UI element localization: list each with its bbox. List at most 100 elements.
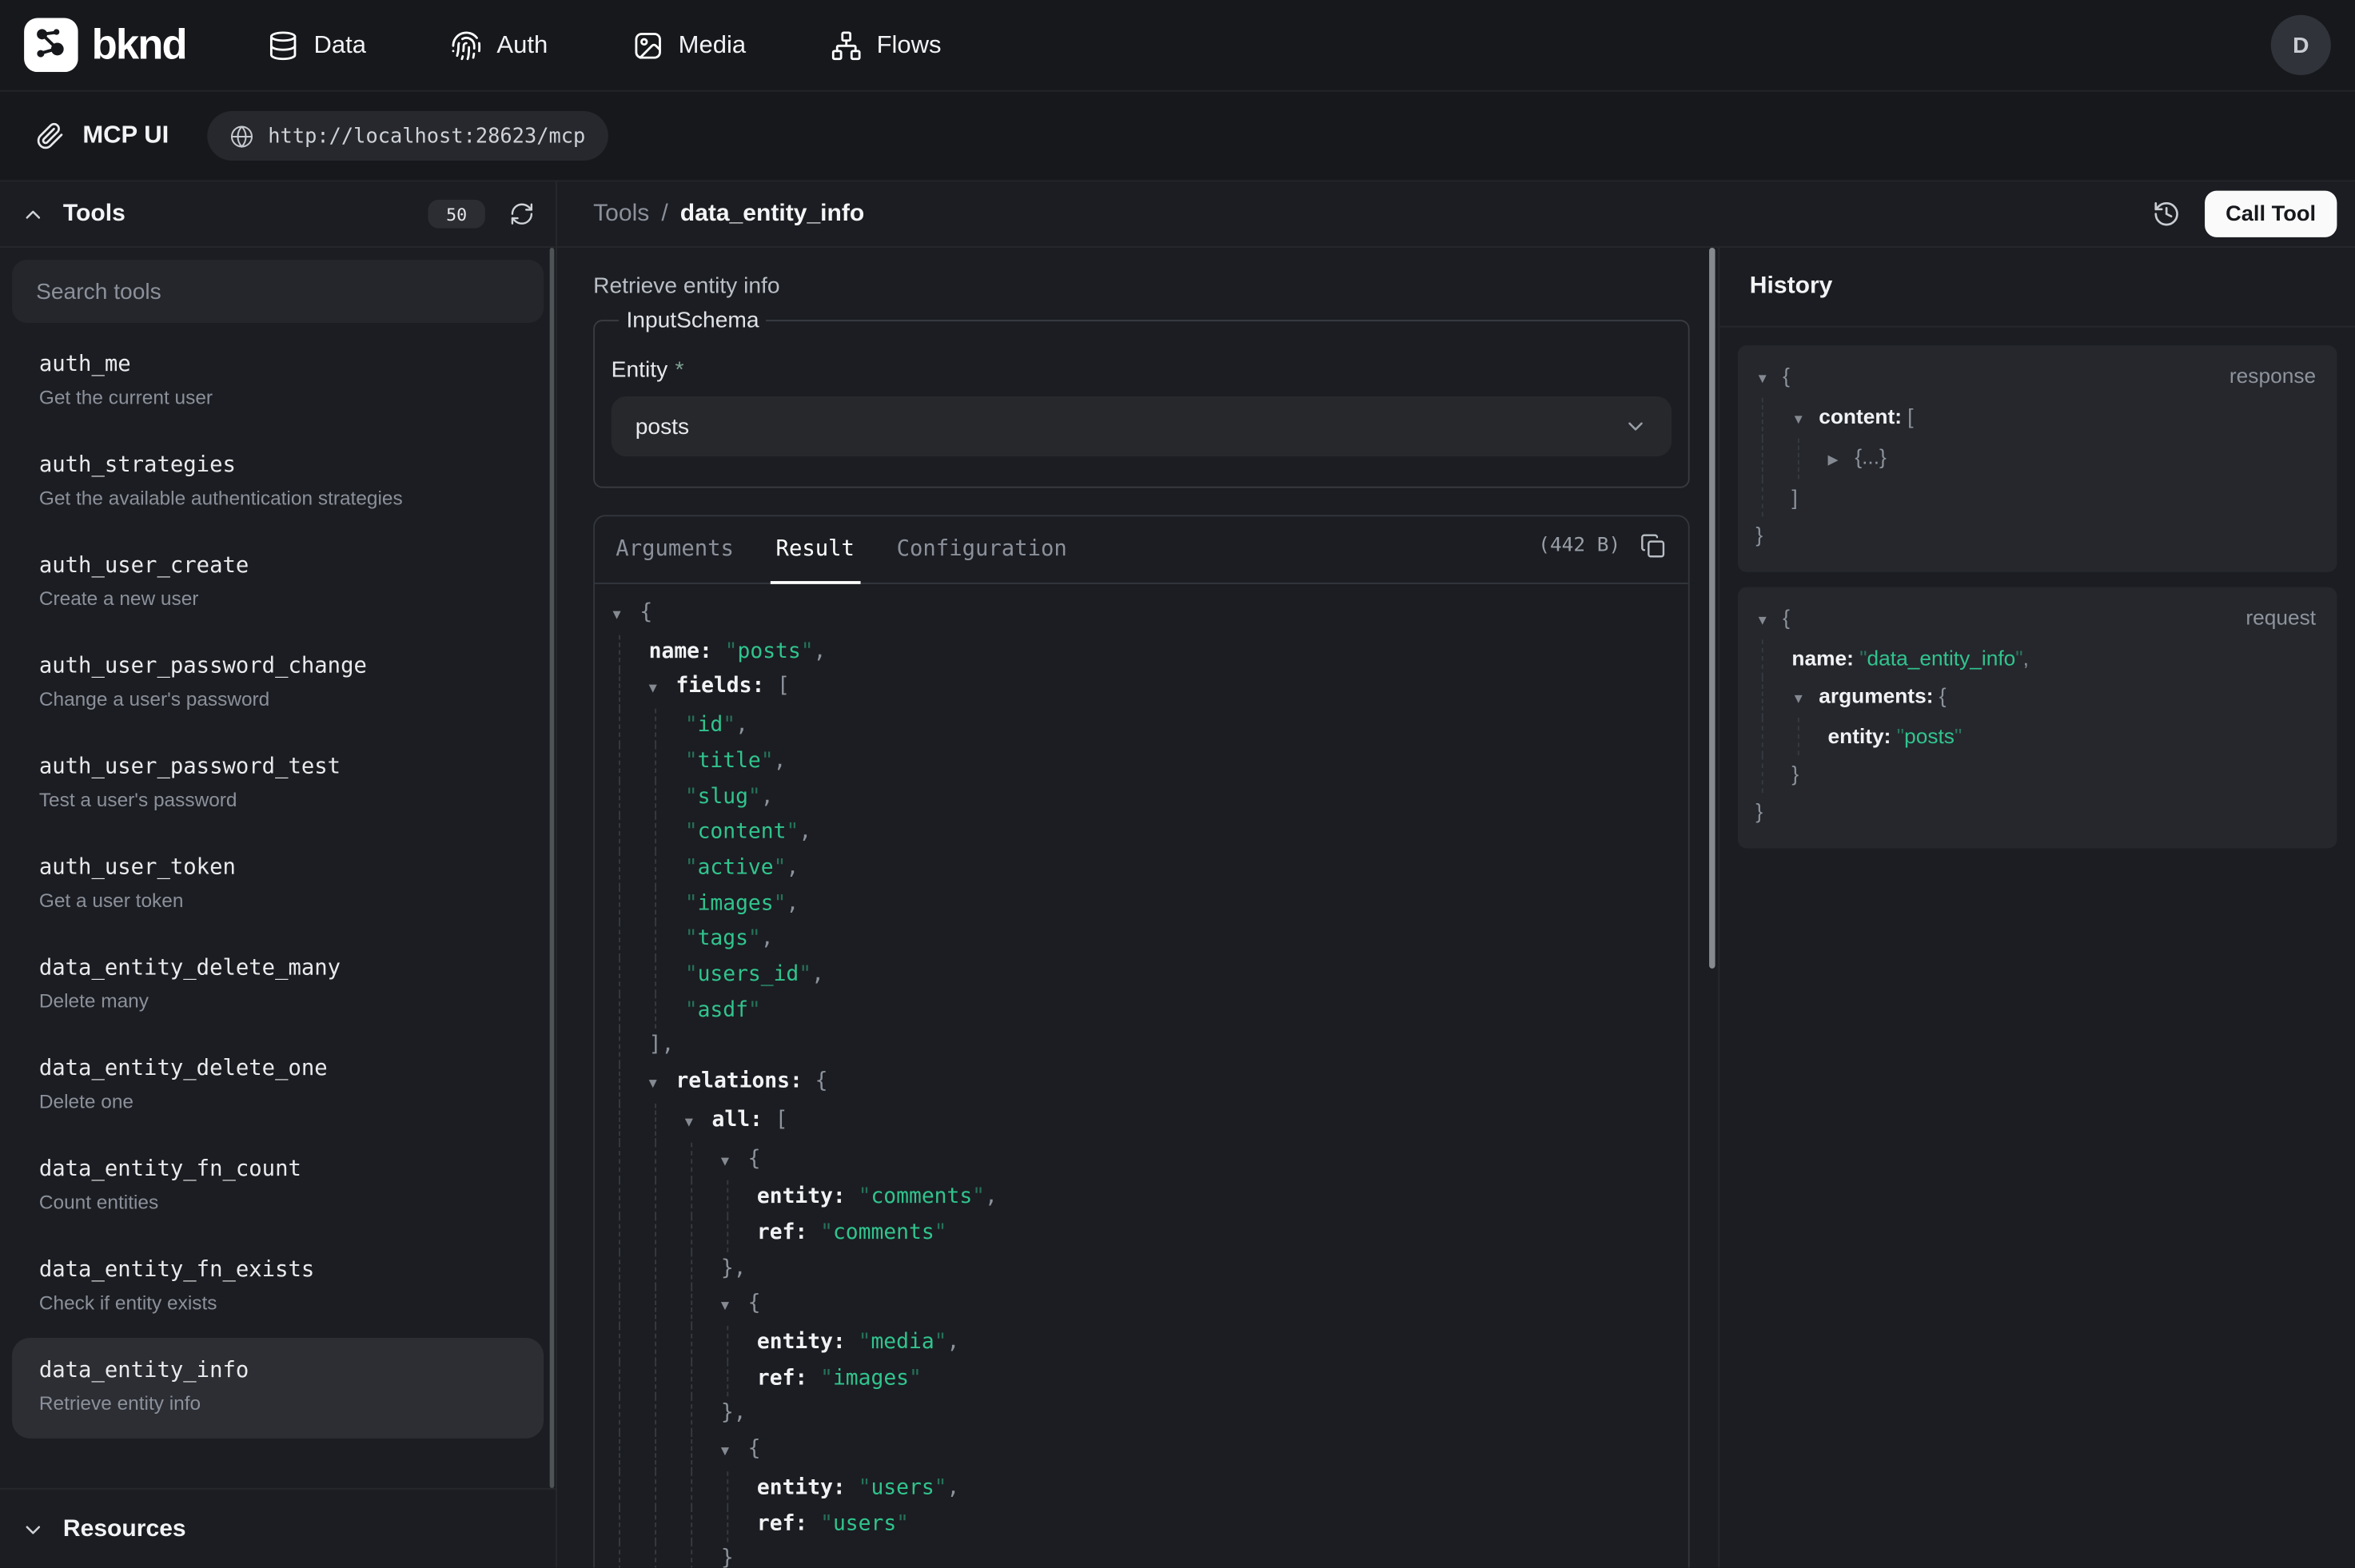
tool-name: auth_user_password_change [39,651,516,682]
tool-list-item[interactable]: auth_me Get the current user [12,332,544,432]
collapse-icon[interactable]: ▼ [649,673,676,709]
tool-list-item[interactable]: data_entity_delete_oneDelete one [12,1036,544,1136]
collapse-icon[interactable]: ▼ [1755,360,1783,398]
json-line: ▶{...} [1738,439,2337,480]
nav-item-auth[interactable]: Auth [450,30,548,61]
json-line: ▼{request [1738,599,2337,640]
result-json-view: ▼{name: "posts",▼fields: ["id","title","… [595,584,1688,1568]
tools-section-title: Tools [63,201,126,228]
collapse-icon[interactable]: ▼ [1791,401,1819,439]
tool-list-item[interactable]: auth_user_tokenGet a user token [12,835,544,936]
sidebar-scrollbar[interactable] [550,248,555,1488]
resources-section-header[interactable]: Resources [0,1488,556,1568]
json-line: ▼arguments: { [1738,677,2337,718]
tool-list-item[interactable]: auth_user_password_testTest a user's pas… [12,734,544,835]
nav-item-flows[interactable]: Flows [830,30,941,61]
tool-name: auth_user_token [39,853,516,883]
tab-result[interactable]: Result [776,516,855,583]
refresh-icon [509,201,535,227]
collapse-icon[interactable]: ▼ [721,1145,748,1181]
collapse-icon[interactable]: ▼ [721,1291,748,1327]
tool-description: Change a user's password [39,686,516,714]
history-entry-request[interactable]: ▼{requestname: "data_entity_info",▼argum… [1738,587,2337,849]
tool-detail-panel: Retrieve entity info InputSchema Entity*… [557,248,1719,1567]
tool-description: Create a new user [39,586,516,613]
json-line: }, [595,1252,1688,1287]
tool-description: Get the available authentication strateg… [39,485,516,512]
paperclip-icon [36,121,65,150]
tool-list-item[interactable]: data_entity_fn_existsCheck if entity exi… [12,1237,544,1338]
tool-list-item[interactable]: data_entity_infoRetrieve entity info [12,1338,544,1439]
call-tool-button[interactable]: Call Tool [2205,191,2337,237]
tool-description: Get the current user [39,384,516,412]
entity-select-value: posts [636,414,689,440]
history-entry-response[interactable]: ▼{response▼content: [▶{...}]} [1738,345,2337,572]
breadcrumb-current-tool: data_entity_info [680,201,865,228]
tool-list-item[interactable]: auth_strategiesGet the available authent… [12,432,544,533]
json-line: "id", [595,709,1688,745]
main-nav: Data Auth Media Flows [267,30,941,61]
json-line: entity: "users", [595,1471,1688,1507]
json-line: "title", [595,745,1688,781]
mcp-bar: MCP UI http://localhost:28623/mcp [0,90,2355,182]
search-input[interactable] [12,260,544,323]
tools-section-header[interactable]: Tools 50 [0,181,556,248]
mcp-url: http://localhost:28623/mcp [268,124,585,148]
tab-configuration[interactable]: Configuration [897,516,1067,583]
chevron-down-icon [1624,415,1648,439]
breadcrumb-section[interactable]: Tools [593,201,649,228]
copy-icon[interactable] [1640,533,1666,559]
collapse-icon[interactable]: ▼ [613,599,640,635]
tool-name: data_entity_delete_one [39,1054,516,1084]
user-avatar[interactable]: D [2271,15,2331,75]
collapse-icon[interactable]: ▼ [721,1435,748,1471]
json-line: ▼all: [ [595,1104,1688,1142]
tool-description: Delete many [39,988,516,1015]
tool-description: Check if entity exists [39,1290,516,1317]
tool-list-item[interactable]: auth_user_createCreate a new user [12,533,544,634]
nav-item-media[interactable]: Media [632,30,746,61]
history-toggle-button[interactable] [2152,200,2181,229]
collapse-icon[interactable]: ▼ [685,1106,712,1142]
json-line: entity: "posts" [1738,718,2337,755]
nav-item-data[interactable]: Data [267,30,366,61]
breadcrumb: Tools / data_entity_info [593,201,864,228]
entry-type-label: request [2245,599,2316,637]
tool-list: auth_me Get the current user auth_strategi… [0,248,556,1488]
resources-section-title: Resources [63,1516,186,1543]
tool-list-item[interactable]: data_entity_delete_many Delete many [12,935,544,1036]
workflow-icon [830,30,861,61]
collapse-icon[interactable]: ▼ [1791,680,1819,718]
tool-name: data_entity_info [39,1356,516,1387]
collapse-icon[interactable]: ▼ [649,1068,676,1104]
json-line: "active", [595,851,1688,887]
app-window: bknd Data Auth Media Flows D [0,0,2355,1567]
tool-name: auth_user_password_test [39,752,516,782]
result-tabs: Arguments Result Configuration [595,516,1688,584]
expand-icon[interactable]: ▶ [1827,441,1855,479]
json-line: "images", [595,887,1688,923]
entity-select[interactable]: posts [612,396,1672,456]
collapse-icon[interactable]: ▼ [1755,602,1783,639]
input-schema-legend: InputSchema [619,308,767,333]
tool-list-item[interactable]: auth_user_password_change Change a user's… [12,634,544,734]
result-meta: (442 B) [1538,533,1665,559]
history-title: History [1750,273,1833,300]
tool-list-item[interactable]: data_entity_fn_countCount entities [12,1136,544,1237]
main-scrollbar[interactable] [1709,248,1715,969]
tool-name: auth_me [39,350,516,380]
tools-sidebar: Tools 50 auth_meGet the current userauth… [0,181,557,1567]
mcp-url-pill[interactable]: http://localhost:28623/mcp [208,111,608,161]
json-line: ▼content: [ [1738,398,2337,439]
chevron-up-icon [21,202,45,226]
nav-item-label: Flows [877,31,942,60]
entry-type-label: response [2229,357,2316,395]
refresh-tools-button[interactable] [509,201,535,227]
json-line: entity: "media", [595,1326,1688,1362]
tool-name: data_entity_delete_many [39,953,516,984]
brand[interactable]: bknd [24,18,186,73]
result-size: (442 B) [1538,535,1620,557]
tool-header-bar: Tools / data_entity_info Call Tool [557,181,2355,248]
chevron-down-icon [21,1518,45,1542]
tab-arguments[interactable]: Arguments [616,516,734,583]
